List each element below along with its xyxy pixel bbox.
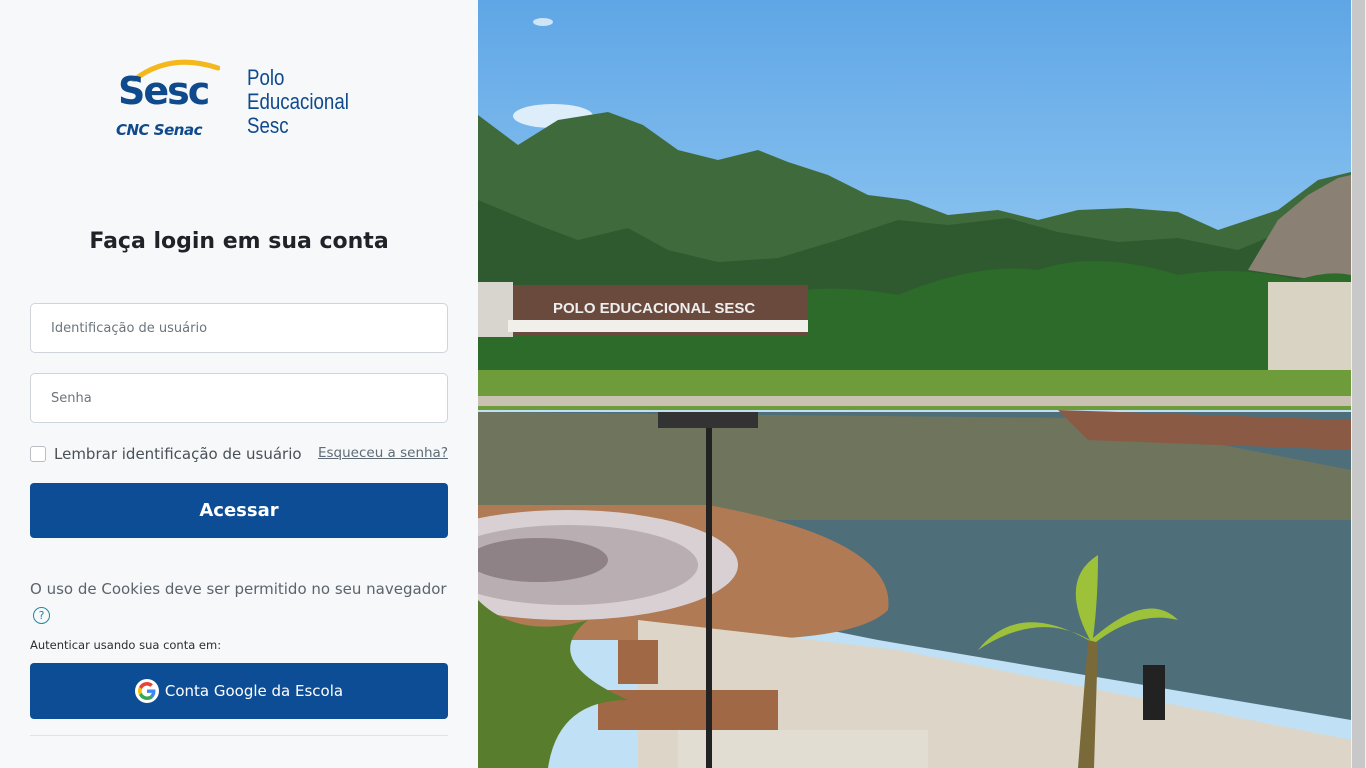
forgot-password-link[interactable]: Esqueceu a senha? xyxy=(318,445,448,461)
remember-username[interactable]: Lembrar identificação de usuário xyxy=(30,445,302,463)
divider xyxy=(30,735,448,736)
login-panel: Sesc CNC Senac Polo Educacional Sesc Faç… xyxy=(0,0,478,768)
remember-label: Lembrar identificação de usuário xyxy=(54,445,302,463)
logo-word: Sesc xyxy=(118,69,210,113)
google-icon xyxy=(134,679,159,703)
institution-name-line: Educacional xyxy=(247,89,349,114)
cookies-notice: O uso de Cookies deve ser permitido no s… xyxy=(30,580,447,598)
campus-photo: POLO EDUCACIONAL SESC xyxy=(478,0,1351,768)
logo: Sesc CNC Senac Polo Educacional Sesc xyxy=(116,58,366,144)
login-button[interactable]: Acessar xyxy=(30,483,448,538)
campus-illustration: POLO EDUCACIONAL SESC xyxy=(478,18,1351,768)
institution-name: Polo Educacional Sesc xyxy=(247,66,349,138)
google-button-label: Conta Google da Escola xyxy=(164,682,344,700)
institution-name-line: Polo xyxy=(247,65,285,90)
scrollbar-thumb[interactable] xyxy=(1352,0,1365,768)
remember-checkbox[interactable] xyxy=(30,446,46,462)
building-sign: POLO EDUCACIONAL SESC xyxy=(553,300,755,317)
institution-name-line: Sesc xyxy=(247,113,289,138)
alt-auth-label: Autenticar usando sua conta em: xyxy=(30,638,222,652)
sesc-logo-mark: Sesc CNC Senac xyxy=(116,58,220,144)
help-icon[interactable]: ? xyxy=(33,607,50,624)
page-title: Faça login em sua conta xyxy=(89,229,389,254)
username-input[interactable] xyxy=(30,303,448,353)
google-login-button[interactable]: Conta Google da Escola xyxy=(30,663,448,719)
logo-sub-brands: CNC Senac xyxy=(116,121,202,139)
password-input[interactable] xyxy=(30,373,448,423)
